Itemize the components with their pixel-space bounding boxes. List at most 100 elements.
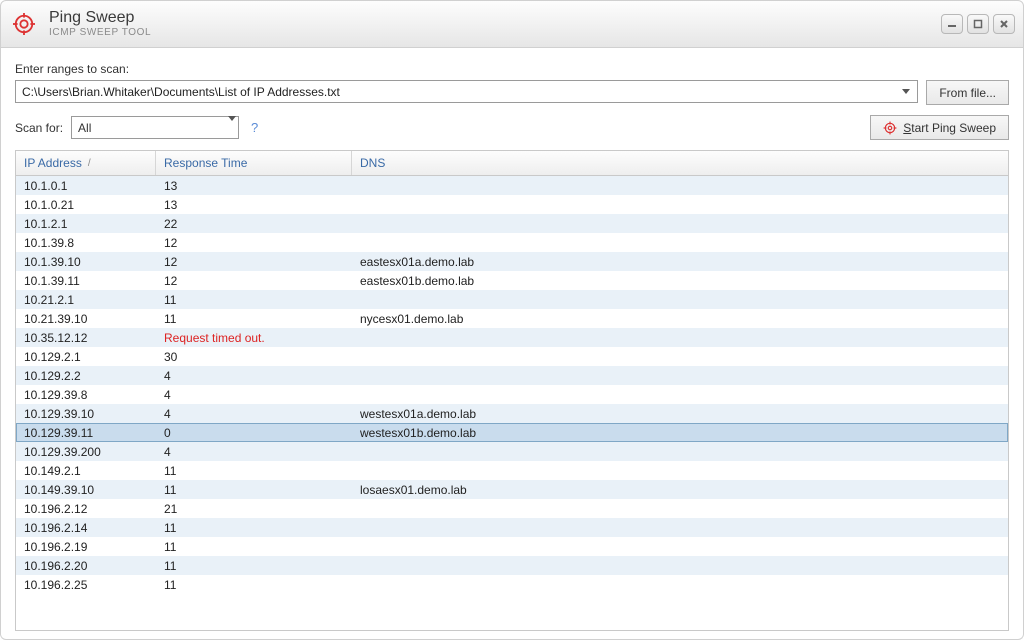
cell-response: 4	[156, 407, 352, 421]
cell-dns: westesx01a.demo.lab	[352, 407, 1008, 421]
scan-for-select[interactable]: All	[71, 116, 239, 139]
cell-ip: 10.129.39.11	[16, 426, 156, 440]
cell-ip: 10.1.39.8	[16, 236, 156, 250]
cell-ip: 10.1.39.11	[16, 274, 156, 288]
cell-ip: 10.129.39.200	[16, 445, 156, 459]
table-row[interactable]: 10.1.0.2113	[16, 195, 1008, 214]
cell-dns: losaesx01.demo.lab	[352, 483, 1008, 497]
table-row[interactable]: 10.196.2.2511	[16, 575, 1008, 594]
scan-for-label: Scan for:	[15, 121, 63, 135]
help-icon[interactable]: ?	[251, 120, 258, 135]
cell-ip: 10.1.39.10	[16, 255, 156, 269]
column-header-response[interactable]: Response Time	[156, 151, 352, 175]
cell-response: 11	[156, 578, 352, 592]
table-body: 10.1.0.11310.1.0.211310.1.2.12210.1.39.8…	[16, 176, 1008, 630]
cell-response: 0	[156, 426, 352, 440]
sort-indicator-icon: /	[88, 158, 91, 169]
chevron-down-icon	[228, 116, 236, 135]
table-row[interactable]: 10.129.2.24	[16, 366, 1008, 385]
column-header-dns[interactable]: DNS	[352, 151, 1008, 175]
table-row[interactable]: 10.129.39.2004	[16, 442, 1008, 461]
scan-for-dropdown-button[interactable]	[228, 121, 236, 135]
ranges-value: C:\Users\Brian.Whitaker\Documents\List o…	[22, 85, 897, 99]
target-icon	[883, 121, 897, 135]
cell-dns: eastesx01b.demo.lab	[352, 274, 1008, 288]
scan-for-value: All	[78, 121, 228, 135]
cell-response: 4	[156, 445, 352, 459]
ranges-dropdown-button[interactable]	[897, 81, 915, 102]
cell-ip: 10.129.39.10	[16, 407, 156, 421]
table-row[interactable]: 10.1.39.1012eastesx01a.demo.lab	[16, 252, 1008, 271]
cell-dns: nycesx01.demo.lab	[352, 312, 1008, 326]
cell-ip: 10.35.12.12	[16, 331, 156, 345]
cell-ip: 10.1.0.1	[16, 179, 156, 193]
cell-response: 11	[156, 293, 352, 307]
table-row[interactable]: 10.1.0.113	[16, 176, 1008, 195]
table-row[interactable]: 10.196.2.2011	[16, 556, 1008, 575]
cell-response: 11	[156, 521, 352, 535]
table-row[interactable]: 10.1.2.122	[16, 214, 1008, 233]
cell-response: 4	[156, 369, 352, 383]
cell-ip: 10.196.2.14	[16, 521, 156, 535]
cell-response: 30	[156, 350, 352, 364]
table-row[interactable]: 10.129.39.104westesx01a.demo.lab	[16, 404, 1008, 423]
table-row[interactable]: 10.149.2.111	[16, 461, 1008, 480]
ranges-input[interactable]: C:\Users\Brian.Whitaker\Documents\List o…	[15, 80, 918, 103]
start-ping-sweep-button[interactable]: Start Ping Sweep	[870, 115, 1009, 140]
cell-ip: 10.196.2.12	[16, 502, 156, 516]
cell-ip: 10.196.2.20	[16, 559, 156, 573]
table-row[interactable]: 10.149.39.1011losaesx01.demo.lab	[16, 480, 1008, 499]
title-block: Ping Sweep ICMP SWEEP TOOL	[49, 9, 151, 39]
cell-response: 11	[156, 312, 352, 326]
titlebar: Ping Sweep ICMP SWEEP TOOL	[0, 0, 1024, 48]
cell-ip: 10.1.0.21	[16, 198, 156, 212]
cell-response: 11	[156, 483, 352, 497]
cell-response: 13	[156, 179, 352, 193]
column-header-ip[interactable]: IP Address /	[16, 151, 156, 175]
cell-response: 21	[156, 502, 352, 516]
cell-dns: westesx01b.demo.lab	[352, 426, 1008, 440]
target-icon	[13, 13, 35, 35]
cell-response: 11	[156, 464, 352, 478]
window-title: Ping Sweep	[49, 9, 151, 27]
cell-ip: 10.196.2.25	[16, 578, 156, 592]
table-row[interactable]: 10.129.2.130	[16, 347, 1008, 366]
table-row[interactable]: 10.196.2.1221	[16, 499, 1008, 518]
table-row[interactable]: 10.129.39.110westesx01b.demo.lab	[16, 423, 1008, 442]
table-row[interactable]: 10.21.39.1011nycesx01.demo.lab	[16, 309, 1008, 328]
table-row[interactable]: 10.1.39.812	[16, 233, 1008, 252]
table-row[interactable]: 10.35.12.12Request timed out.	[16, 328, 1008, 347]
from-file-button[interactable]: From file...	[926, 80, 1009, 105]
cell-response: 12	[156, 274, 352, 288]
cell-ip: 10.129.2.1	[16, 350, 156, 364]
table-row[interactable]: 10.196.2.1411	[16, 518, 1008, 537]
cell-ip: 10.196.2.19	[16, 540, 156, 554]
chevron-down-icon	[902, 89, 910, 94]
cell-response: 11	[156, 559, 352, 573]
table-row[interactable]: 10.1.39.1112eastesx01b.demo.lab	[16, 271, 1008, 290]
table-row[interactable]: 10.129.39.84	[16, 385, 1008, 404]
table-row[interactable]: 10.196.2.1911	[16, 537, 1008, 556]
start-ping-sweep-label: Start Ping Sweep	[903, 121, 996, 135]
cell-ip: 10.149.39.10	[16, 483, 156, 497]
close-button[interactable]	[993, 14, 1015, 34]
cell-ip: 10.21.2.1	[16, 293, 156, 307]
minimize-button[interactable]	[941, 14, 963, 34]
cell-response: 22	[156, 217, 352, 231]
cell-response: 12	[156, 255, 352, 269]
from-file-label: From file...	[939, 86, 996, 100]
enter-ranges-label: Enter ranges to scan:	[15, 62, 1009, 76]
cell-response: 4	[156, 388, 352, 402]
cell-ip: 10.149.2.1	[16, 464, 156, 478]
maximize-button[interactable]	[967, 14, 989, 34]
content-area: Enter ranges to scan: C:\Users\Brian.Whi…	[0, 48, 1024, 640]
cell-response: Request timed out.	[156, 331, 352, 345]
cell-response: 12	[156, 236, 352, 250]
results-table: IP Address / Response Time DNS 10.1.0.11…	[15, 150, 1009, 631]
cell-dns: eastesx01a.demo.lab	[352, 255, 1008, 269]
cell-response: 13	[156, 198, 352, 212]
table-row[interactable]: 10.21.2.111	[16, 290, 1008, 309]
cell-ip: 10.129.39.8	[16, 388, 156, 402]
window-subtitle: ICMP SWEEP TOOL	[49, 27, 151, 39]
cell-ip: 10.129.2.2	[16, 369, 156, 383]
